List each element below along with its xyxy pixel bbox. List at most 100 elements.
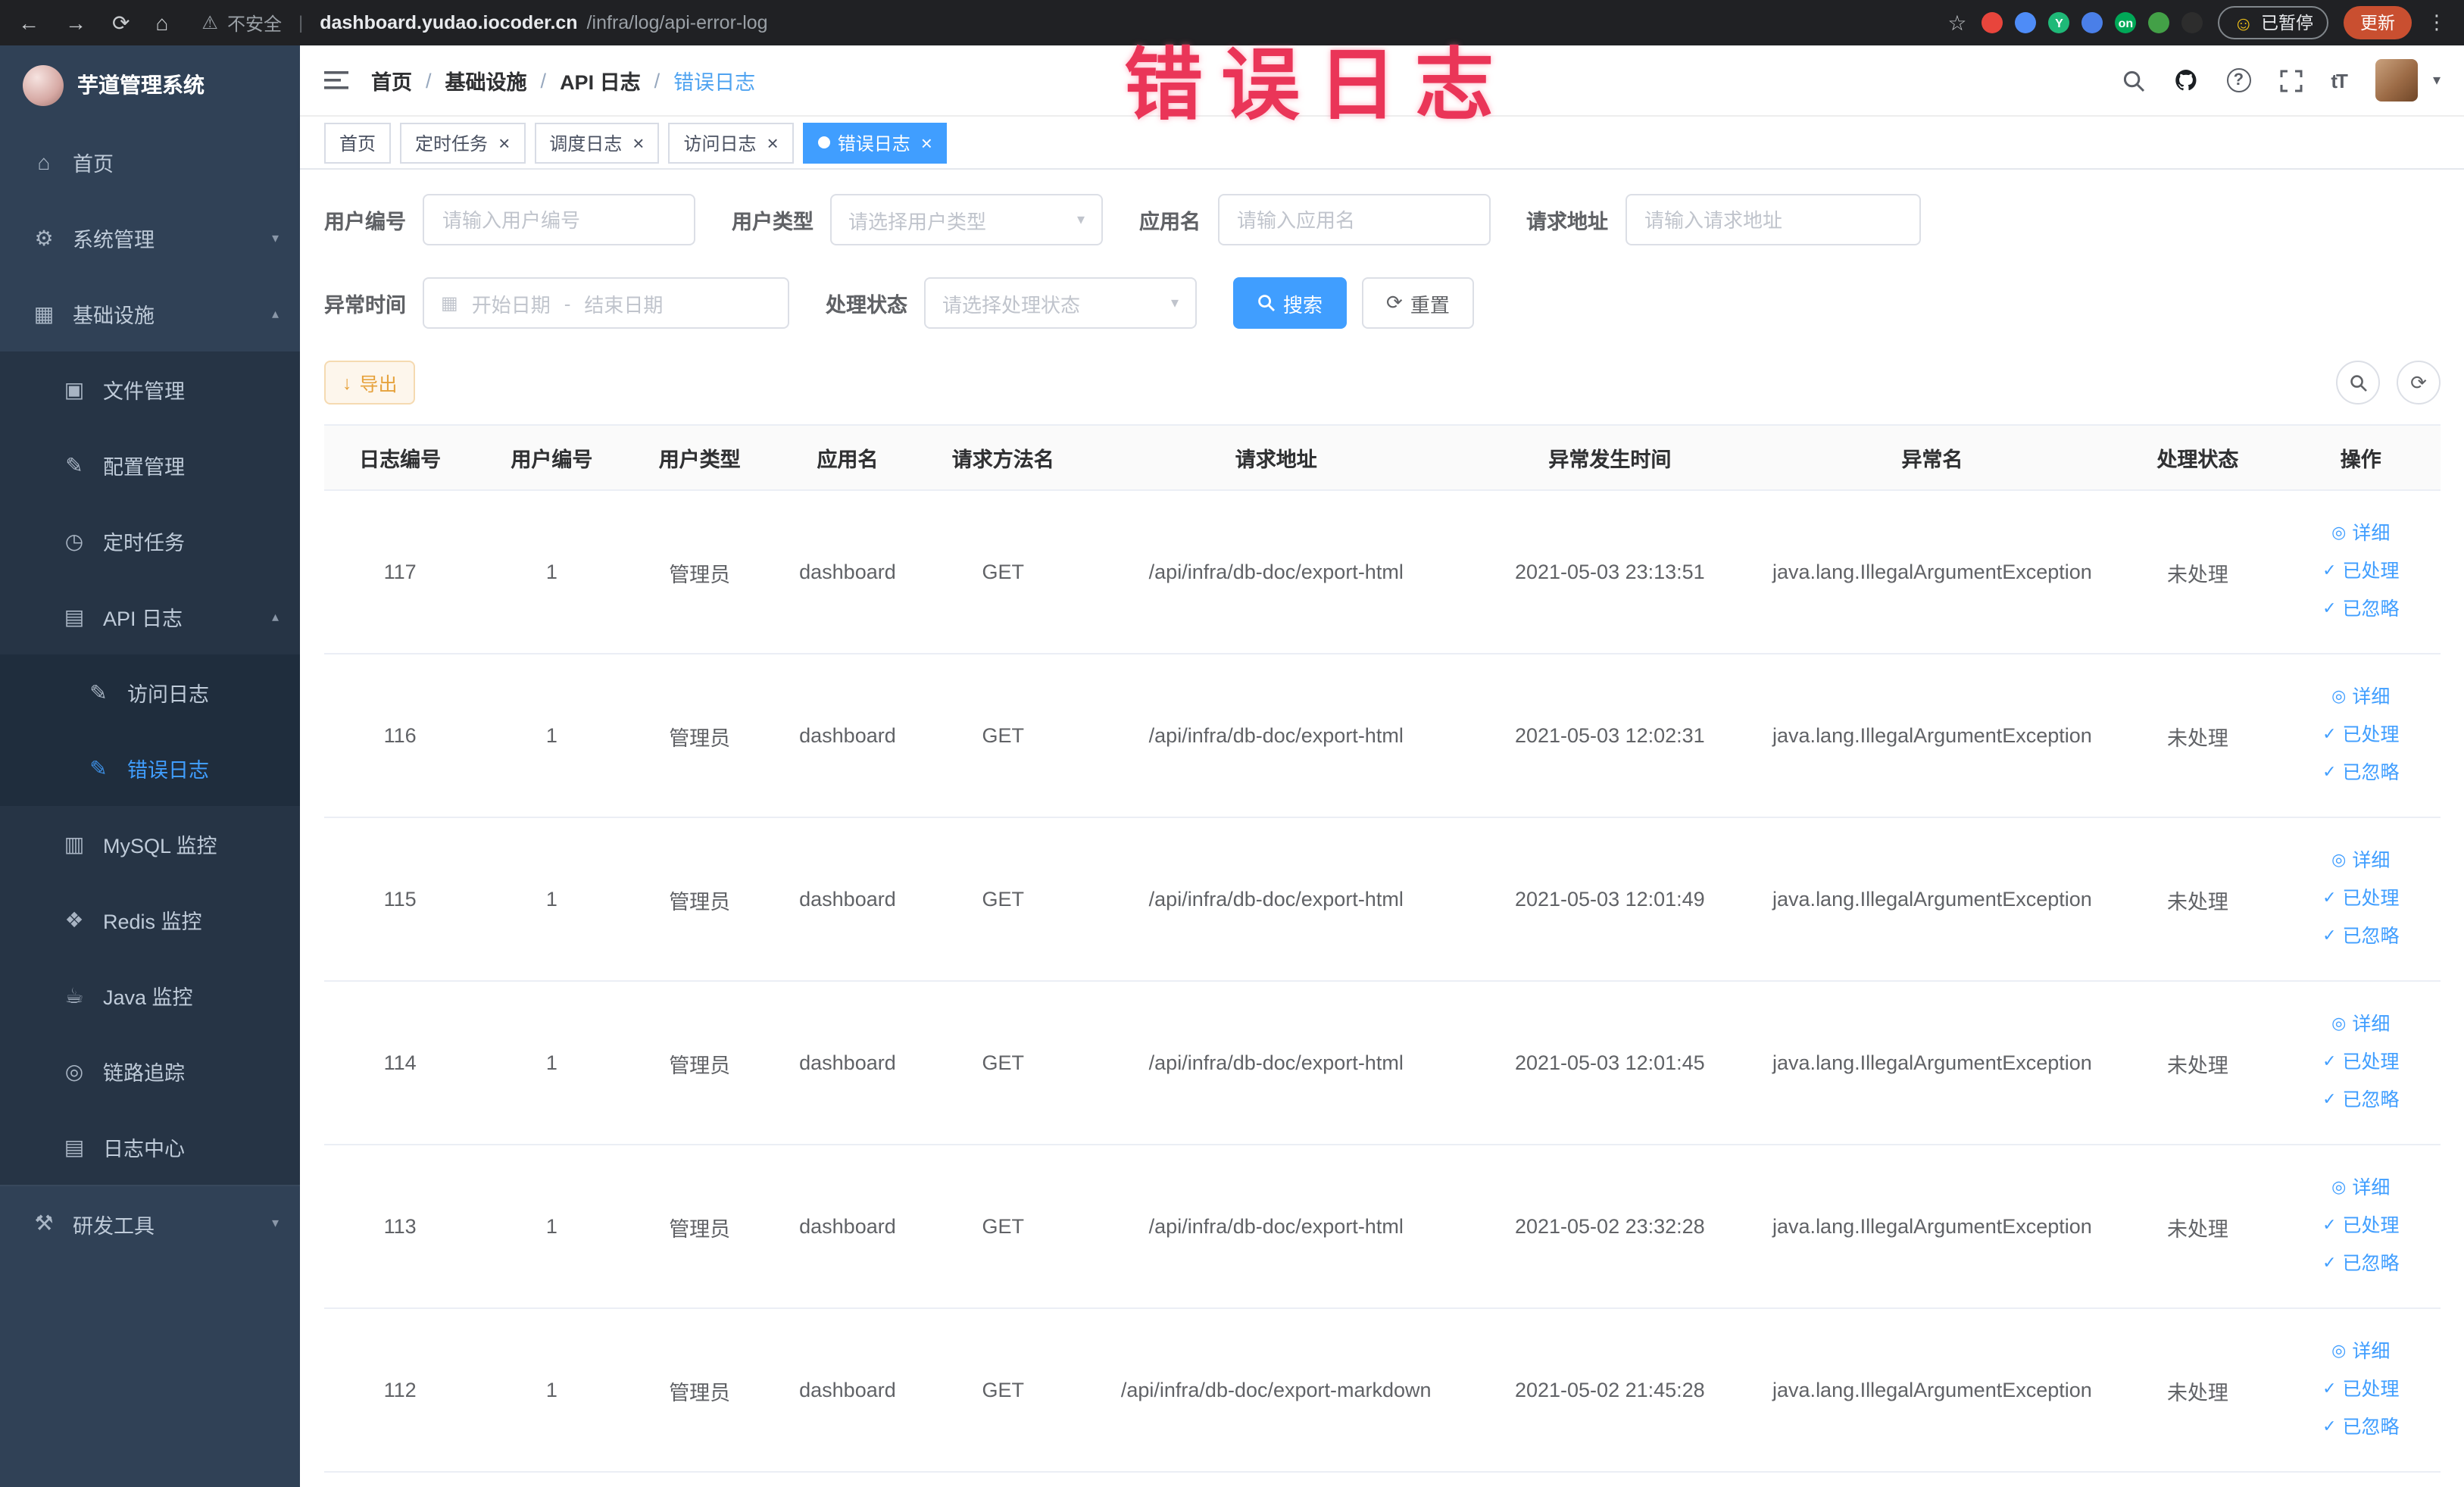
refresh-button[interactable]: ⟳ <box>2397 361 2441 405</box>
processed-link[interactable]: ✓ 已处理 <box>2281 1044 2441 1082</box>
forward-button[interactable]: → <box>65 10 86 36</box>
processed-link[interactable]: ✓ 已处理 <box>2281 717 2441 754</box>
user-avatar[interactable] <box>2375 59 2418 102</box>
export-button[interactable]: ↓ 导出 <box>324 361 416 405</box>
user-type-select[interactable]: 请选择用户类型 ▾ <box>830 194 1103 245</box>
actions-cell: ◎ 详细 ✓ 已处理 ✓ 已忽略 <box>2281 490 2441 654</box>
ignored-link[interactable]: ✓ 已忽略 <box>2281 918 2441 956</box>
close-icon[interactable]: × <box>632 133 644 152</box>
sidebar-item-trace[interactable]: ◎ 链路追踪 <box>0 1033 300 1109</box>
app-name-input[interactable] <box>1217 194 1490 245</box>
tab-home[interactable]: 首页 <box>324 122 392 163</box>
sidebar-item-redis[interactable]: ❖ Redis 监控 <box>0 882 300 957</box>
error-log-table: 日志编号 用户编号 用户类型 应用名 请求方法名 请求地址 异常发生时间 异常名 处理状态 操作 … <box>324 424 2441 1473</box>
github-icon[interactable] <box>2173 68 2197 92</box>
eye-icon: ◎ <box>2331 1015 2347 1033</box>
sidebar-item-api-log[interactable]: ▤ API 日志 ▴ <box>0 579 300 654</box>
fullscreen-icon[interactable] <box>2279 69 2302 92</box>
chevron-down-icon[interactable]: ▾ <box>2433 72 2441 89</box>
user-id-input[interactable] <box>423 194 695 245</box>
redis-icon: ❖ <box>64 907 84 931</box>
exception-time-range-picker[interactable]: ▦ 开始日期 - 结束日期 <box>423 277 789 329</box>
ext-on-icon[interactable]: on <box>2115 12 2137 33</box>
breadcrumb-item[interactable]: API 日志 <box>560 65 641 95</box>
app-logo[interactable]: 芋道管理系统 <box>0 45 300 124</box>
breadcrumb-item[interactable]: 基础设施 <box>445 65 527 95</box>
sidebar-item-infra[interactable]: ▦ 基础设施 ▴ <box>0 276 300 351</box>
processed-link[interactable]: ✓ 已处理 <box>2281 1371 2441 1409</box>
back-button[interactable]: ← <box>18 10 39 36</box>
detail-link[interactable]: ◎ 详细 <box>2281 842 2441 880</box>
tab-error-log[interactable]: 错误日志 × <box>802 122 948 163</box>
close-icon[interactable]: × <box>498 133 510 152</box>
hamburger-icon[interactable] <box>324 70 348 91</box>
tab-job[interactable]: 定时任务 × <box>400 122 526 163</box>
detail-label: 详细 <box>2352 850 2391 871</box>
sidebar-item-job[interactable]: ◷ 定时任务 <box>0 503 300 579</box>
breadcrumb-item: 错误日志 <box>673 71 756 94</box>
ext-paw-icon[interactable] <box>2181 12 2203 33</box>
search-toggle-button[interactable] <box>2336 361 2380 405</box>
ext-drop-icon[interactable] <box>2015 12 2037 33</box>
sidebar-item-system[interactable]: ⚙ 系统管理 ▾ <box>0 200 300 276</box>
sidebar-item-dev-tools[interactable]: ⚒ 研发工具 ▾ <box>0 1185 300 1261</box>
sidebar-item-java[interactable]: ☕ Java 监控 <box>0 957 300 1033</box>
check-icon: ✓ <box>2322 1254 2337 1273</box>
detail-link[interactable]: ◎ 详细 <box>2281 1006 2441 1044</box>
processed-link[interactable]: ✓ 已处理 <box>2281 553 2441 591</box>
processed-link[interactable]: ✓ 已处理 <box>2281 1207 2441 1245</box>
detail-link[interactable]: ◎ 详细 <box>2281 679 2441 717</box>
close-icon[interactable]: × <box>921 133 932 152</box>
profile-paused-pill[interactable]: ☺ 已暂停 <box>2218 6 2328 39</box>
ignored-link[interactable]: ✓ 已忽略 <box>2281 1082 2441 1120</box>
check-icon: ✓ <box>2322 1053 2337 1071</box>
column-header: 日志编号 <box>324 424 476 491</box>
process-status-select[interactable]: 请选择处理状态 ▾ <box>924 277 1197 329</box>
bookmark-star-icon[interactable]: ☆ <box>1947 10 1966 36</box>
detail-link[interactable]: ◎ 详细 <box>2281 1170 2441 1207</box>
status-cell: 未处理 <box>2114 817 2281 982</box>
reload-button[interactable]: ⟳ <box>112 10 130 36</box>
check-icon: ✓ <box>2322 1217 2337 1235</box>
ignored-link[interactable]: ✓ 已忽略 <box>2281 1245 2441 1283</box>
close-icon[interactable]: × <box>767 133 779 152</box>
ext-y-icon[interactable]: Y <box>2048 12 2070 33</box>
search-button[interactable]: 搜索 <box>1233 277 1348 329</box>
ext-grid-icon[interactable] <box>2081 12 2103 33</box>
sidebar-item-label: 链路追踪 <box>103 1062 185 1085</box>
request-url-input[interactable] <box>1625 194 1920 245</box>
ignored-link[interactable]: ✓ 已忽略 <box>2281 591 2441 629</box>
ext-leaf-icon[interactable] <box>2148 12 2170 33</box>
detail-label: 详细 <box>2352 686 2391 708</box>
ext-record-icon[interactable] <box>1982 12 2003 33</box>
tab-access-log[interactable]: 访问日志 × <box>668 122 794 163</box>
sidebar-item-config[interactable]: ✎ 配置管理 <box>0 427 300 503</box>
actions-cell: ◎ 详细 ✓ 已处理 ✓ 已忽略 <box>2281 817 2441 982</box>
detail-link[interactable]: ◎ 详细 <box>2281 1333 2441 1371</box>
sidebar-item-access-log[interactable]: ✎ 访问日志 <box>0 654 300 730</box>
tab-job-log[interactable]: 调度日志 × <box>534 122 660 163</box>
update-button[interactable]: 更新 <box>2344 6 2412 39</box>
log-id-cell: 116 <box>324 654 476 818</box>
ignored-link[interactable]: ✓ 已忽略 <box>2281 754 2441 792</box>
sidebar-item-home[interactable]: ⌂ 首页 <box>0 124 300 200</box>
address-bar[interactable]: ⚠ 不安全 | dashboard.yudao.iocoder.cn/infra… <box>201 10 1947 36</box>
sidebar-item-mysql[interactable]: ▥ MySQL 监控 <box>0 806 300 882</box>
topbar: 首页 / 基础设施 / API 日志 / 错误日志 ? tT ▾ <box>300 45 2464 117</box>
font-size-icon[interactable]: tT <box>2331 69 2348 92</box>
check-icon: ✓ <box>2322 726 2337 744</box>
breadcrumb-item[interactable]: 首页 <box>371 65 412 95</box>
reset-button[interactable]: ⟳ 重置 <box>1362 277 1474 329</box>
processed-link[interactable]: ✓ 已处理 <box>2281 880 2441 918</box>
menu-kebab-icon[interactable]: ⋮ <box>2427 11 2447 35</box>
ignored-link[interactable]: ✓ 已忽略 <box>2281 1409 2441 1447</box>
sidebar-item-error-log[interactable]: ✎ 错误日志 <box>0 730 300 806</box>
topbar-right: ? tT ▾ <box>2122 59 2441 102</box>
sidebar-item-log-center[interactable]: ▤ 日志中心 <box>0 1109 300 1185</box>
home-button[interactable]: ⌂ <box>155 10 168 36</box>
detail-link[interactable]: ◎ 详细 <box>2281 515 2441 553</box>
method-cell: GET <box>923 490 1083 654</box>
help-icon[interactable]: ? <box>2226 68 2251 92</box>
sidebar-item-file[interactable]: ▣ 文件管理 <box>0 351 300 427</box>
search-icon[interactable] <box>2122 69 2144 92</box>
